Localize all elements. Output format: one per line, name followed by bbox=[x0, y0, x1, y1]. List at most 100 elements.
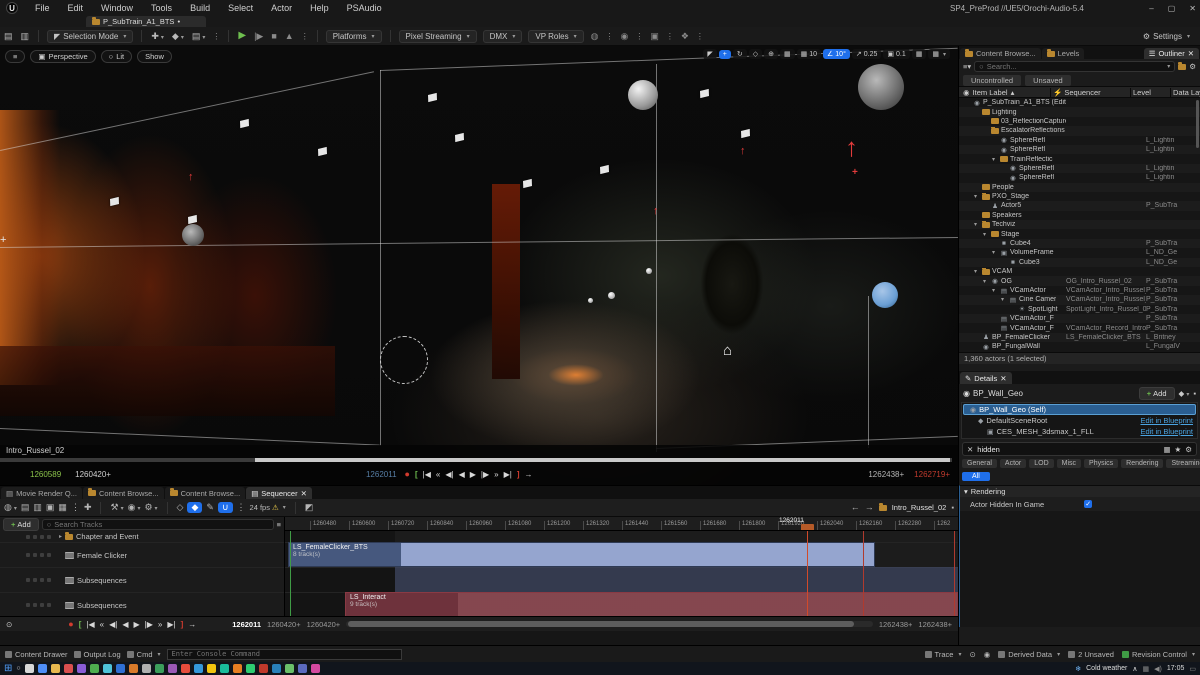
outliner-row[interactable]: 03_ReflectionCaptures bbox=[959, 117, 1200, 126]
minimize-button[interactable]: – bbox=[1149, 4, 1153, 13]
kebab-icon[interactable]: ⋮ bbox=[237, 503, 246, 512]
view-range-start[interactable]: 1260420+ bbox=[267, 620, 301, 629]
unsaved-button[interactable]: 2 Unsaved bbox=[1068, 650, 1114, 659]
cmd-dropdown[interactable]: Cmd▾ bbox=[127, 650, 161, 659]
transport-button[interactable]: ▶| bbox=[504, 470, 512, 479]
outliner-scrollbar[interactable] bbox=[1196, 100, 1199, 148]
viewport-menu-button[interactable]: ≡ bbox=[5, 50, 25, 63]
unsaved-chip[interactable]: Unsaved bbox=[1025, 75, 1071, 86]
outliner-row[interactable]: ▤ VCamActor_F P_SubTra bbox=[959, 314, 1200, 323]
Subsequences[interactable]: Subsequences bbox=[0, 593, 284, 616]
range-start-bracket[interactable]: [ bbox=[79, 620, 82, 629]
playhead-marker[interactable] bbox=[801, 524, 814, 531]
taskbar-app-icon[interactable] bbox=[64, 664, 73, 673]
trace-dropdown[interactable]: Trace▾ bbox=[925, 650, 962, 659]
console-input-box[interactable] bbox=[167, 649, 402, 660]
browse-to-content-icon[interactable]: ▥ bbox=[21, 32, 30, 41]
outliner-row[interactable]: ◉ SphereRefl L_Lightin bbox=[959, 173, 1200, 182]
panel-icon[interactable]: ▦ bbox=[1163, 445, 1170, 454]
clear-search-icon[interactable]: ✕ bbox=[967, 445, 973, 454]
blue-gizmo-sphere[interactable] bbox=[872, 282, 898, 308]
nav-forward-icon[interactable]: → bbox=[865, 503, 874, 512]
taskbar-app-icon[interactable] bbox=[194, 664, 203, 673]
outliner-row[interactable]: ◉ OG OG_Intro_Russel_02 P_SubTra bbox=[959, 276, 1200, 285]
menu-item[interactable]: Build bbox=[190, 3, 210, 13]
transport-button[interactable]: |◀ bbox=[86, 620, 94, 629]
filter-chip[interactable]: Actor bbox=[1000, 459, 1026, 468]
outliner-row[interactable]: ♟ Actor5 P_SubTra bbox=[959, 201, 1200, 210]
transport-button[interactable]: « bbox=[436, 470, 440, 479]
outliner-row[interactable]: VCAM bbox=[959, 267, 1200, 276]
render-icon[interactable]: ▣ bbox=[650, 32, 659, 41]
tab-details[interactable]: ✎ Details ✕ bbox=[960, 372, 1012, 384]
filter-chip[interactable]: LOD bbox=[1029, 459, 1053, 468]
working-range-end[interactable]: 1262438+ bbox=[918, 620, 952, 629]
taskbar-app-icon[interactable] bbox=[77, 664, 86, 673]
menu-item[interactable]: Select bbox=[228, 3, 253, 13]
details-search-input[interactable] bbox=[977, 445, 1159, 454]
render-movie-icon[interactable]: ▦ bbox=[58, 503, 67, 512]
outliner-row[interactable]: ▤ Cine Camer VCamActor_Intro_Russel_0 P_… bbox=[959, 295, 1200, 304]
range-start-bracket[interactable]: [ bbox=[415, 470, 418, 479]
taskbar-search-icon[interactable]: ○ bbox=[16, 665, 20, 672]
transport-button[interactable]: |▶ bbox=[145, 620, 153, 629]
gizmo-crosshair-icon[interactable]: + bbox=[852, 168, 858, 178]
filter-chip-all[interactable]: All bbox=[962, 472, 990, 481]
outliner-row[interactable]: ♟ BP_FemaleClicker LS_FemaleClicker_BTS … bbox=[959, 333, 1200, 342]
record-button[interactable]: ● bbox=[405, 469, 410, 479]
outliner-row[interactable]: ▤ VCamActor_F VCamActor_Record_Intro_F P… bbox=[959, 323, 1200, 332]
add-actor-icon[interactable]: ✚▾ bbox=[151, 32, 164, 41]
star-icon[interactable]: ★ bbox=[1175, 445, 1182, 454]
world-dropdown-icon[interactable]: ◍▾ bbox=[4, 503, 17, 512]
transport-button[interactable]: ◀ bbox=[459, 470, 465, 479]
tab-content-browser-2[interactable]: Content Browse... bbox=[165, 487, 246, 499]
col-sequencer[interactable]: ⚡ Sequencer bbox=[1050, 88, 1130, 97]
skip-button[interactable]: |▶ bbox=[254, 32, 263, 41]
playback-range-bar[interactable] bbox=[0, 458, 952, 462]
expand-arrow-icon[interactable] bbox=[992, 156, 998, 163]
track-searchbox[interactable]: ○ bbox=[42, 519, 274, 530]
maximize-viewport-button[interactable]: ▦ bbox=[912, 49, 927, 59]
actor-hidden-checkbox[interactable]: ✓ bbox=[1084, 500, 1092, 508]
world-space-toggle[interactable]: ⊕ bbox=[764, 49, 778, 59]
taskbar-app-icon[interactable] bbox=[168, 664, 177, 673]
taskbar-app-icon[interactable] bbox=[142, 664, 151, 673]
outliner-row[interactable]: Lighting bbox=[959, 107, 1200, 116]
range-end-bracket[interactable]: ] bbox=[181, 620, 184, 629]
edit-in-blueprint-link[interactable]: Edit in Blueprint bbox=[1140, 416, 1193, 425]
switchboard-icon[interactable]: ❖ bbox=[681, 32, 689, 41]
taskbar-app-icon[interactable] bbox=[25, 664, 34, 673]
transport-button[interactable]: |▶ bbox=[481, 470, 489, 479]
network-icon[interactable]: ▦ bbox=[1143, 665, 1150, 673]
gear-icon[interactable]: ⚙ bbox=[1189, 62, 1196, 71]
outliner-row[interactable]: ▣ VolumeFrame L_ND_Ge bbox=[959, 248, 1200, 257]
takes-icon[interactable]: ◉ bbox=[620, 32, 628, 41]
transport-button[interactable]: ◀| bbox=[445, 470, 453, 479]
track-controls[interactable] bbox=[26, 535, 51, 539]
kebab-icon[interactable]: ⋮ bbox=[635, 32, 643, 41]
clock-label[interactable]: 17:05 bbox=[1167, 665, 1185, 672]
vcam-icon[interactable]: ◍ bbox=[591, 32, 599, 41]
outliner-searchbox[interactable]: ○ ▾ bbox=[974, 61, 1175, 72]
blueprints-icon[interactable]: ◆▾ bbox=[172, 32, 184, 41]
expand-arrow-icon[interactable] bbox=[983, 278, 989, 285]
weather-label[interactable]: Cold weather bbox=[1086, 665, 1127, 672]
outliner-row[interactable]: Stage bbox=[959, 229, 1200, 238]
tools-dropdown-icon[interactable]: ⚒▾ bbox=[110, 503, 123, 512]
menu-item[interactable]: Help bbox=[310, 3, 329, 13]
close-icon[interactable]: ✕ bbox=[301, 489, 307, 498]
revision-control-dropdown[interactable]: Revision Control▾ bbox=[1122, 650, 1195, 659]
working-range-start[interactable]: 1260420+ bbox=[307, 620, 341, 629]
stop-button[interactable]: ■ bbox=[271, 32, 276, 41]
transport-button[interactable]: » bbox=[494, 470, 498, 479]
edit-in-blueprint-link[interactable]: Edit in Blueprint bbox=[1140, 427, 1193, 436]
scale-snap-toggle[interactable]: ↗0.25 bbox=[852, 49, 882, 59]
menu-item[interactable]: Tools bbox=[151, 3, 172, 13]
expand-arrow-icon[interactable] bbox=[992, 249, 998, 256]
expand-arrow-icon[interactable] bbox=[983, 231, 989, 238]
cinematics-icon[interactable]: ▤▾ bbox=[192, 32, 206, 41]
col-item-label[interactable]: ◉ Item Label ▴ bbox=[959, 88, 1050, 97]
range-end-bracket[interactable]: ] bbox=[517, 470, 520, 479]
console-input[interactable] bbox=[172, 650, 397, 658]
light-sphere[interactable] bbox=[858, 64, 904, 110]
